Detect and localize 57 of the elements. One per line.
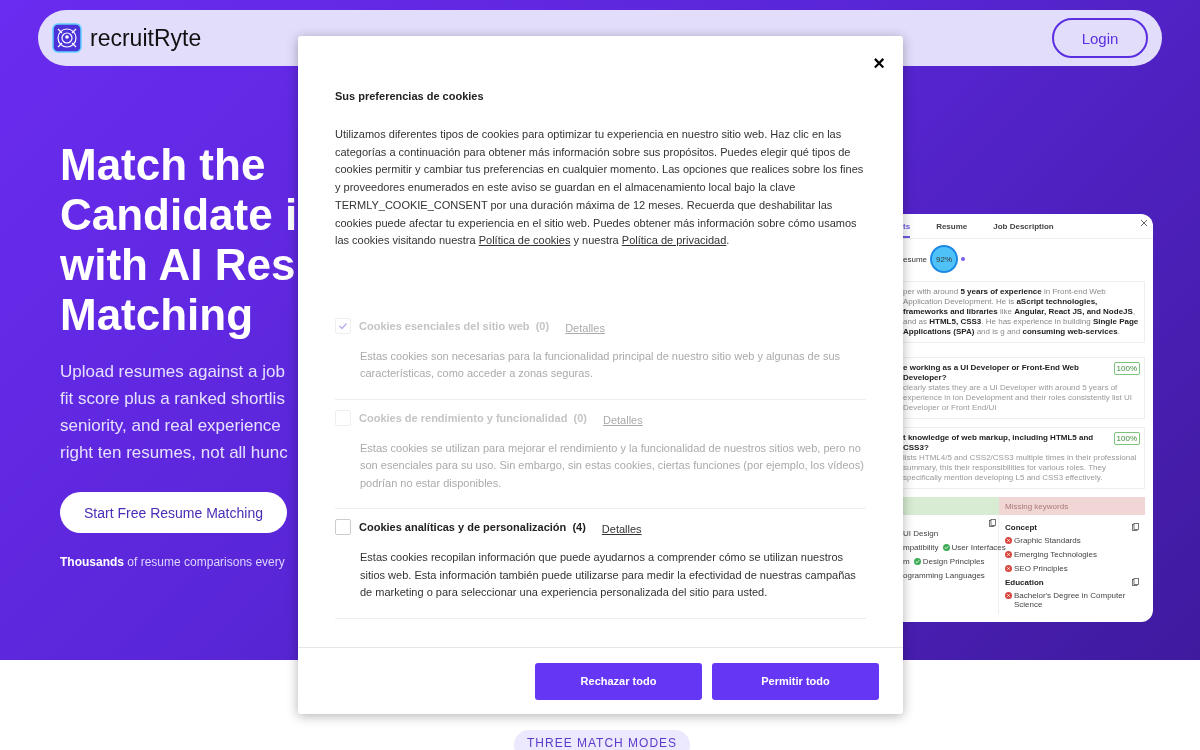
cross-icon	[1005, 565, 1012, 572]
question-title: e working as a UI Developer or Front-End Web Developer?	[903, 363, 1080, 383]
cookie-intro: Utilizamos diferentes tipos de cookies para optimizar tu experiencia en nuestro sitio web. Haz clic en las categorías a continuación para obtener más información sobre sus propósitos. Puedes elegir qué tipos de cookies permitir y cambiar tus preferencias en cualquier momento. Las opciones que realices sobre los fines y proveedores enumerados en este aviso se guardan en el almacenamiento local bajo la clave TERMLY_COOKIE_CONSENT por una duración máxima de 12 meses. Recuerda que deshabilitar las cookies puede afectar tu experiencia en el sitio web. Puedes obtener más información sobre cómo usamos las cookies visitando nuestra Política de cookies y nuestra Política de privacidad.	[335, 127, 865, 249]
details-link[interactable]: Detalles	[601, 519, 642, 536]
score-circle: 92%	[930, 245, 958, 273]
category-name: Cookies analíticas y de personalización (4)	[359, 521, 586, 534]
consent-button[interactable]: Rechazar todo	[535, 662, 702, 700]
category-description: Estas cookies se utilizan para mejorar el rendimiento y la funcionalidad de nuestros sitios web, pero no son esenciales para su uso. Sin embargo, sin estas cookies, ciertas funciones (por ejemplo, los vídeos) podrían no estar disponibles.	[360, 440, 865, 491]
preview-tab[interactable]: Resume	[936, 222, 968, 238]
social-proof-text: Thousands of resume comparisons every	[60, 555, 286, 569]
score-label: esume	[903, 254, 927, 264]
cross-icon	[1005, 537, 1012, 544]
copy-icon[interactable]	[1132, 523, 1139, 531]
checkmark-icon	[338, 320, 348, 331]
close-icon[interactable]	[1140, 219, 1148, 227]
cross-icon	[1005, 551, 1012, 558]
keyword-group-title: Concept	[1005, 523, 1038, 532]
missing-keyword: Graphic Standards	[1005, 536, 1081, 545]
question-answer: lists HTML4/5 and CSS2/CSS3 multiple times in their professional summary, this their responsibilities for various roles. They specifically mention developing L5 and CSS3 effectively.	[903, 453, 1138, 483]
question-title: t knowledge of web markup, including HTML5 and CSS3?	[903, 433, 1095, 453]
matched-keyword: m	[903, 557, 910, 566]
copy-icon[interactable]	[1132, 578, 1139, 586]
category-description: Estas cookies son necesarias para la funcionalidad principal de nuestro sitio web y algunas de sus características, como acceder a zonas seguras.	[360, 348, 841, 382]
login-button[interactable]: Login	[1052, 18, 1148, 58]
preview-tab[interactable]: Job Description	[993, 222, 1054, 238]
cookie-policy-link[interactable]: Política de cookies	[478, 234, 571, 247]
category-name: Cookies de rendimiento y funcionalidad (0)	[359, 411, 587, 424]
check-icon	[913, 558, 921, 565]
keyword-group-title: Education	[1005, 578, 1045, 587]
hero-headline: Match the Candidate i with AI Res Matching	[60, 140, 298, 340]
section-badge: THREE MATCH MODES	[514, 730, 691, 750]
matched-keyword: Design Principles	[913, 557, 985, 566]
consent-button[interactable]: Permitir todo	[712, 662, 879, 700]
match-badge: 100%	[1113, 362, 1140, 375]
info-icon[interactable]	[961, 257, 965, 261]
start-matching-button[interactable]: Start Free Resume Matching	[60, 492, 287, 533]
brand-name[interactable]: recruitRyte	[90, 24, 202, 52]
check-icon	[942, 544, 950, 551]
missing-keyword: Emerging Technologies	[1005, 550, 1097, 559]
category-name: Cookies esenciales del sitio web (0)	[359, 319, 550, 332]
category-description: Estas cookies recopilan información que puede ayudarnos a comprender cómo se utilizan nuestros sitios web. Esta información también puede utilizarse para medir la efectividad de nuestras campañas de marketing o para seleccionar una experiencia personalizada del sitio para usted.	[360, 550, 857, 601]
missing-header: Missing keywords	[999, 497, 1145, 515]
question-answer: clearly states they are a UI Developer with around 5 years of experience in ion Development and their roles consistently list UI Developer or Front End/UI	[903, 383, 1134, 413]
matched-keyword: User Interfaces	[942, 543, 1006, 552]
close-button[interactable]: ×	[867, 52, 891, 74]
matched-keyword: ogramming Languages	[903, 571, 985, 580]
matched-keyword: mpatibility	[903, 543, 939, 552]
cross-icon	[1005, 592, 1012, 599]
missing-keyword: Bachelor's Degree in Computer Science	[1005, 591, 1141, 609]
match-badge: 100%	[1113, 432, 1140, 445]
dialog-title: Sus preferencias de cookies	[335, 90, 485, 102]
logo-icon[interactable]	[52, 23, 82, 53]
matched-keyword: UI Design	[903, 529, 939, 538]
copy-icon[interactable]	[989, 519, 996, 527]
missing-keyword: SEO Principles	[1005, 564, 1068, 573]
category-checkbox[interactable]	[335, 519, 351, 536]
hero-description: Upload resumes against a job fit score plus a ranked shortlis seniority, and real experience right ten resumes, not all hunc	[60, 361, 289, 464]
